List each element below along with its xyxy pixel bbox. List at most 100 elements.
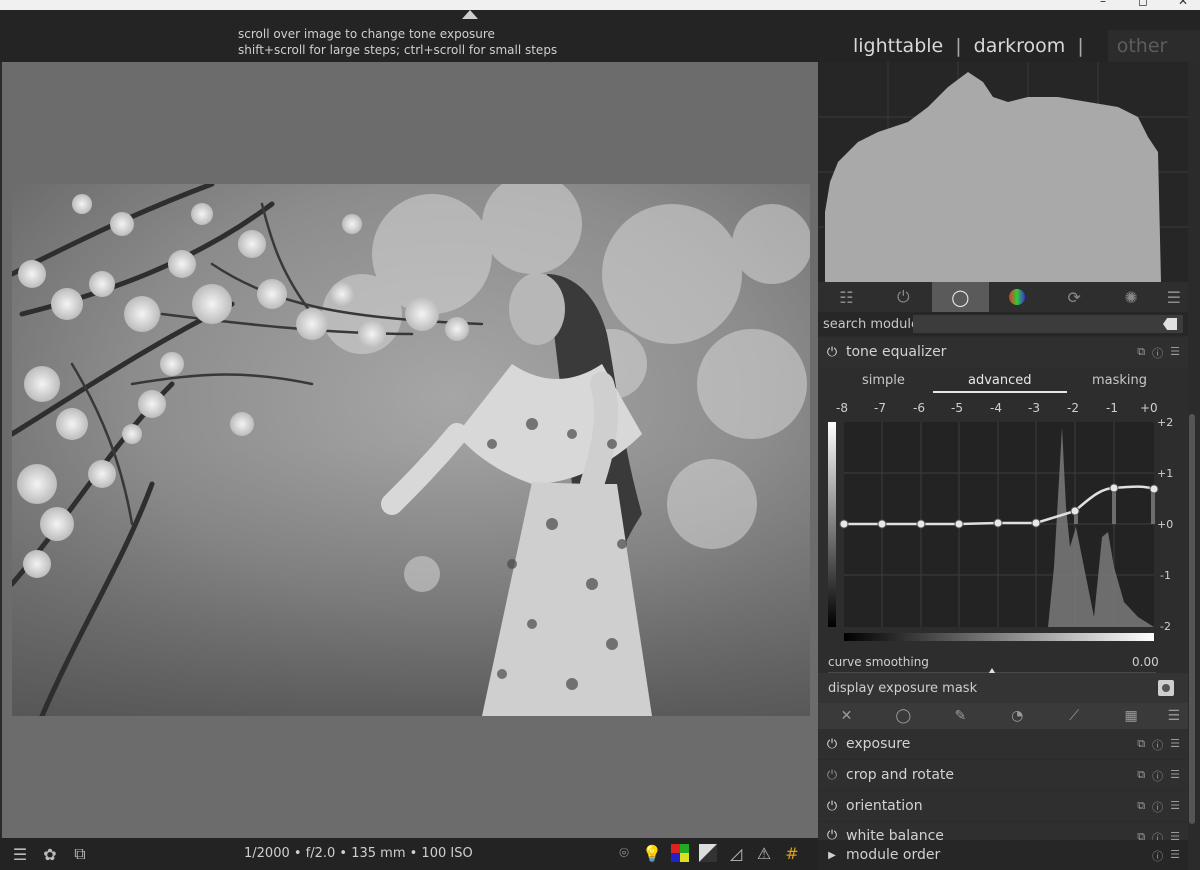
module-title: tone equalizer	[846, 344, 947, 360]
loop-icon: ⟳	[1067, 287, 1081, 307]
subtab-simple[interactable]: simple	[862, 373, 905, 388]
tab-base[interactable]: ◯	[931, 282, 989, 312]
hamburger-icon[interactable]: ☰	[10, 844, 30, 864]
mask-toggle-icon[interactable]	[1158, 680, 1174, 696]
close-icon[interactable]: ✕	[1178, 0, 1188, 8]
power-icon[interactable]: ⏻	[818, 828, 846, 840]
parametric-mask-icon[interactable]: ◔	[989, 703, 1046, 729]
softproof-icon[interactable]	[670, 843, 690, 863]
subtab-masking[interactable]: masking	[1092, 373, 1147, 388]
ev-axis-labels: -8 -7 -6 -5 -4 -3 -2 -1 +0	[818, 401, 1188, 417]
tone-curve-svg: +2 +1 +0 -1 -2	[828, 416, 1173, 641]
ev-label: -1	[1106, 401, 1118, 415]
y-label: -2	[1160, 620, 1171, 633]
view-separator: |	[1077, 35, 1084, 57]
grid-icon[interactable]: #	[782, 843, 802, 863]
module-header-tone-equalizer[interactable]: ⏻ tone equalizer ⧉ ⓘ ☰	[818, 337, 1188, 367]
photo-preview[interactable]	[12, 184, 810, 716]
overexposed-warning-icon[interactable]: ⚠	[754, 843, 774, 863]
reset-icon[interactable]: ⓘ	[1152, 737, 1163, 753]
view-lighttable[interactable]: lighttable	[853, 35, 943, 57]
module-header-crop-and-rotate[interactable]: ⏻ crop and rotate ⧉ ⓘ ☰	[818, 760, 1188, 790]
gamut-check-icon[interactable]	[698, 843, 718, 863]
image-canvas[interactable]	[0, 62, 818, 838]
ev-label: -5	[951, 401, 963, 415]
reset-icon[interactable]: ⓘ	[1152, 848, 1163, 864]
display-mask-label: display exposure mask	[828, 681, 978, 696]
module-header-white-balance[interactable]: ⏻ white balance ⧉ ⓘ ☰	[818, 822, 1188, 840]
tab-quick-access[interactable]: ☷	[818, 282, 875, 312]
view-other-dropdown[interactable]: other	[1107, 30, 1200, 62]
tone-curve-graph[interactable]: +2 +1 +0 -1 -2	[818, 416, 1188, 657]
presets-icon[interactable]: ☰	[1170, 768, 1180, 784]
module-header-exposure[interactable]: ⏻ exposure ⧉ ⓘ ☰	[818, 729, 1188, 759]
ev-label: -7	[874, 401, 886, 415]
presets-icon[interactable]: ☰	[1170, 737, 1180, 753]
module-header-orientation[interactable]: ⏻ orientation ⧉ ⓘ ☰	[818, 791, 1188, 821]
module-header-icons: ⧉ ⓘ ☰	[1137, 768, 1180, 784]
curve-smoothing-label: curve smoothing	[828, 655, 929, 669]
uniform-mask-icon[interactable]: ◯	[875, 703, 932, 729]
subtab-advanced[interactable]: advanced	[933, 373, 1067, 393]
power-icon[interactable]: ⏻	[818, 799, 846, 814]
multi-instance-icon[interactable]: ⧉	[1137, 345, 1145, 361]
tab-active-modules[interactable]: ⏻	[875, 282, 932, 312]
reset-icon[interactable]: ⓘ	[1152, 830, 1163, 840]
exif-info: 1/2000 • f/2.0 • 135 mm • 100 ISO	[244, 846, 473, 861]
y-label: +2	[1157, 417, 1173, 429]
y-label: +1	[1157, 467, 1173, 480]
search-module-row: search module	[818, 312, 1188, 336]
drawn-parametric-mask-icon[interactable]: ⟋	[1046, 703, 1103, 729]
ev-label: -2	[1067, 401, 1079, 415]
tab-correct[interactable]: ⟳	[1046, 282, 1103, 312]
bottom-toolbar: ☰ ✿ ⧉ 1/2000 • f/2.0 • 135 mm • 100 ISO …	[0, 838, 818, 870]
collapse-up-icon[interactable]	[462, 10, 478, 19]
reset-icon[interactable]: ⓘ	[1152, 768, 1163, 784]
tab-menu[interactable]: ☰	[1160, 282, 1188, 312]
multi-instance-icon[interactable]: ⧉	[1137, 768, 1145, 784]
hint-line-2: shift+scroll for large steps; ctrl+scrol…	[238, 43, 558, 57]
tab-effect[interactable]: ✺	[1103, 282, 1160, 312]
styles-icon[interactable]: ✿	[40, 844, 60, 864]
power-icon[interactable]: ⏻	[818, 345, 846, 360]
lightbulb-icon[interactable]: 💡	[642, 843, 662, 863]
presets-icon[interactable]: ☰	[1170, 345, 1180, 361]
right-panel-scrollbar[interactable]	[1189, 414, 1195, 824]
maximize-icon[interactable]: ◻	[1138, 0, 1148, 8]
view-darkroom[interactable]: darkroom	[974, 35, 1066, 57]
ev-label: -8	[836, 401, 848, 415]
multi-instance-icon[interactable]: ⧉	[1137, 830, 1145, 840]
module-title: orientation	[846, 798, 923, 814]
display-exposure-mask-row[interactable]: display exposure mask	[818, 673, 1188, 703]
minimize-icon[interactable]: –	[1100, 0, 1106, 8]
module-order-row[interactable]: ▶ module order ⓘ ☰	[818, 840, 1188, 870]
multi-instance-icon[interactable]: ⧉	[1137, 737, 1145, 753]
reset-icon[interactable]: ⓘ	[1152, 799, 1163, 815]
power-icon[interactable]: ⏻	[818, 737, 846, 752]
right-panel: ☷ ⏻ ◯ ⟳ ✺ ☰ search module ⏻ tone equaliz…	[818, 62, 1200, 870]
raster-mask-icon[interactable]: ▦	[1103, 703, 1160, 729]
aperture-icon: ✺	[1124, 287, 1138, 307]
presets-icon[interactable]: ☰	[1170, 848, 1180, 864]
mask-off-icon[interactable]: ✕	[818, 703, 875, 729]
focus-peaking-icon[interactable]: ⌾	[614, 843, 634, 863]
guides-icon[interactable]: ◿	[726, 843, 746, 863]
presets-icon[interactable]: ☰	[1170, 799, 1180, 815]
reset-icon[interactable]: ⓘ	[1152, 345, 1163, 361]
drawn-mask-icon[interactable]: ✎	[932, 703, 989, 729]
view-other-label: other	[1116, 35, 1168, 57]
hamburger-icon[interactable]: ☰	[1160, 703, 1188, 729]
search-label: search module	[823, 316, 920, 332]
second-window-icon[interactable]: ⧉	[70, 844, 90, 864]
clear-icon[interactable]	[1163, 318, 1177, 330]
power-icon[interactable]: ⏻	[818, 768, 846, 783]
tone-equalizer-body: simple advanced masking -8 -7 -6 -5 -4 -…	[818, 367, 1188, 703]
top-header: scroll over image to change tone exposur…	[0, 10, 1200, 62]
presets-icon[interactable]: ☰	[1170, 830, 1180, 840]
histogram[interactable]	[818, 62, 1188, 282]
tab-color[interactable]	[989, 282, 1046, 312]
multi-instance-icon[interactable]: ⧉	[1137, 799, 1145, 815]
expand-icon[interactable]: ▶	[818, 850, 846, 861]
module-group-tabs: ☷ ⏻ ◯ ⟳ ✺ ☰	[818, 282, 1188, 312]
search-input[interactable]	[913, 315, 1183, 333]
